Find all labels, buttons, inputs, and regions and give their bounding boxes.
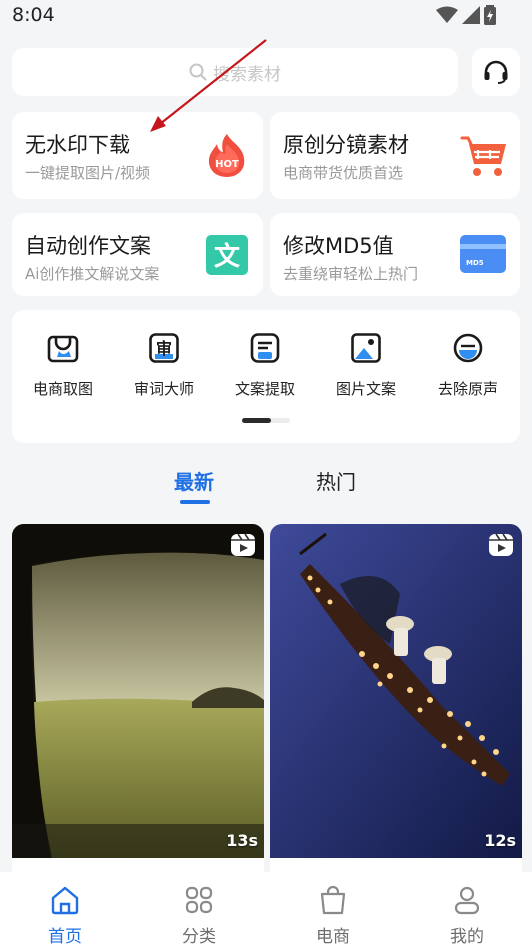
tools-page-indicator	[242, 418, 290, 423]
reel-icon	[489, 533, 513, 556]
status-icons	[436, 5, 496, 25]
status-time: 8:04	[12, 4, 55, 26]
nav-label: 我的	[450, 927, 484, 947]
review-glyph: 审	[156, 339, 172, 358]
card-title: 修改MD5值	[283, 234, 394, 258]
video-card-footer	[270, 858, 522, 872]
signal-icon	[462, 6, 480, 24]
tool-review-words[interactable]: 审 审词大师	[113, 332, 215, 399]
nav-category[interactable]: 分类	[159, 884, 239, 947]
tool-label: 文案提取	[234, 380, 295, 398]
nav-label: 首页	[48, 927, 82, 947]
card-subtitle: 去重绕审轻松上热门	[283, 265, 419, 283]
category-grid-icon	[185, 886, 213, 914]
tab-hot[interactable]: 热门	[316, 466, 356, 495]
card-subtitle: Ai创作推文解说文案	[25, 265, 160, 283]
shopping-cart-icon	[460, 136, 506, 176]
search-placeholder: 搜索素材	[213, 64, 281, 85]
home-icon	[51, 886, 79, 915]
profile-icon	[454, 886, 480, 915]
tool-label: 审词大师	[133, 380, 194, 398]
video-thumbnail	[270, 524, 522, 858]
wifi-icon	[436, 6, 458, 23]
card-modify-md5[interactable]: 修改MD5值 去重绕审轻松上热门 MD5	[270, 213, 520, 296]
review-word-icon: 审	[149, 333, 179, 363]
card-original-storyboard[interactable]: 原创分镜素材 电商带货优质首选	[270, 112, 520, 199]
bottom-nav: 首页 分类 电商 我的	[0, 872, 532, 947]
card-title: 原创分镜素材	[283, 133, 409, 157]
copy-extract-icon	[250, 333, 280, 363]
card-title: 无水印下载	[25, 133, 130, 157]
video-card[interactable]: 13s	[12, 524, 264, 858]
wen-glyph: 文	[214, 241, 241, 272]
video-thumbnail	[12, 524, 264, 858]
md5-badge-text: MD5	[466, 259, 484, 267]
tool-label: 去除原声	[437, 380, 498, 398]
reel-icon	[231, 533, 255, 556]
battery-icon	[484, 5, 496, 25]
customer-service-button[interactable]	[472, 48, 520, 96]
hot-flame-icon: HOT	[208, 134, 245, 177]
tool-ecommerce-image[interactable]: 电商取图	[12, 332, 114, 399]
remove-audio-icon	[453, 333, 483, 363]
tool-label: 图片文案	[335, 380, 396, 398]
nav-home[interactable]: 首页	[25, 884, 105, 947]
nav-label: 分类	[182, 927, 216, 947]
nav-ecommerce[interactable]: 电商	[293, 884, 373, 947]
headset-icon	[484, 60, 508, 84]
tool-image-copy[interactable]: 图片文案	[315, 332, 417, 399]
shopping-bag-icon	[320, 885, 346, 915]
video-duration: 12s	[484, 831, 516, 850]
search-bar[interactable]: 搜索素材	[12, 48, 458, 96]
video-card[interactable]: 12s	[270, 524, 522, 858]
card-subtitle: 一键提取图片/视频	[25, 164, 151, 182]
shop-bag-icon	[47, 335, 79, 363]
card-auto-copywriting[interactable]: 自动创作文案 Ai创作推文解说文案 文	[12, 213, 263, 296]
nav-profile[interactable]: 我的	[427, 884, 507, 947]
text-wen-icon: 文	[206, 235, 248, 275]
md5-card-icon: MD5	[460, 235, 506, 273]
nav-label: 电商	[316, 927, 350, 947]
tab-latest[interactable]: 最新	[174, 466, 214, 495]
tab-active-underline	[180, 500, 210, 504]
tool-remove-audio[interactable]: 去除原声	[417, 332, 519, 399]
tool-label: 电商取图	[32, 380, 93, 398]
video-card-footer	[12, 858, 264, 872]
search-icon	[189, 63, 207, 81]
card-watermark-free-download[interactable]: 无水印下载 一键提取图片/视频 HOT	[12, 112, 263, 199]
hot-badge-text: HOT	[215, 159, 239, 170]
image-text-icon	[351, 333, 381, 363]
tools-panel: 电商取图 审 审词大师 文案提取 图片文案 去除原声	[12, 310, 520, 443]
card-title: 自动创作文案	[25, 234, 151, 258]
tool-copy-extract[interactable]: 文案提取	[214, 332, 316, 399]
status-bar: 8:04	[0, 0, 532, 32]
video-duration: 13s	[226, 831, 258, 850]
card-subtitle: 电商带货优质首选	[283, 164, 404, 182]
